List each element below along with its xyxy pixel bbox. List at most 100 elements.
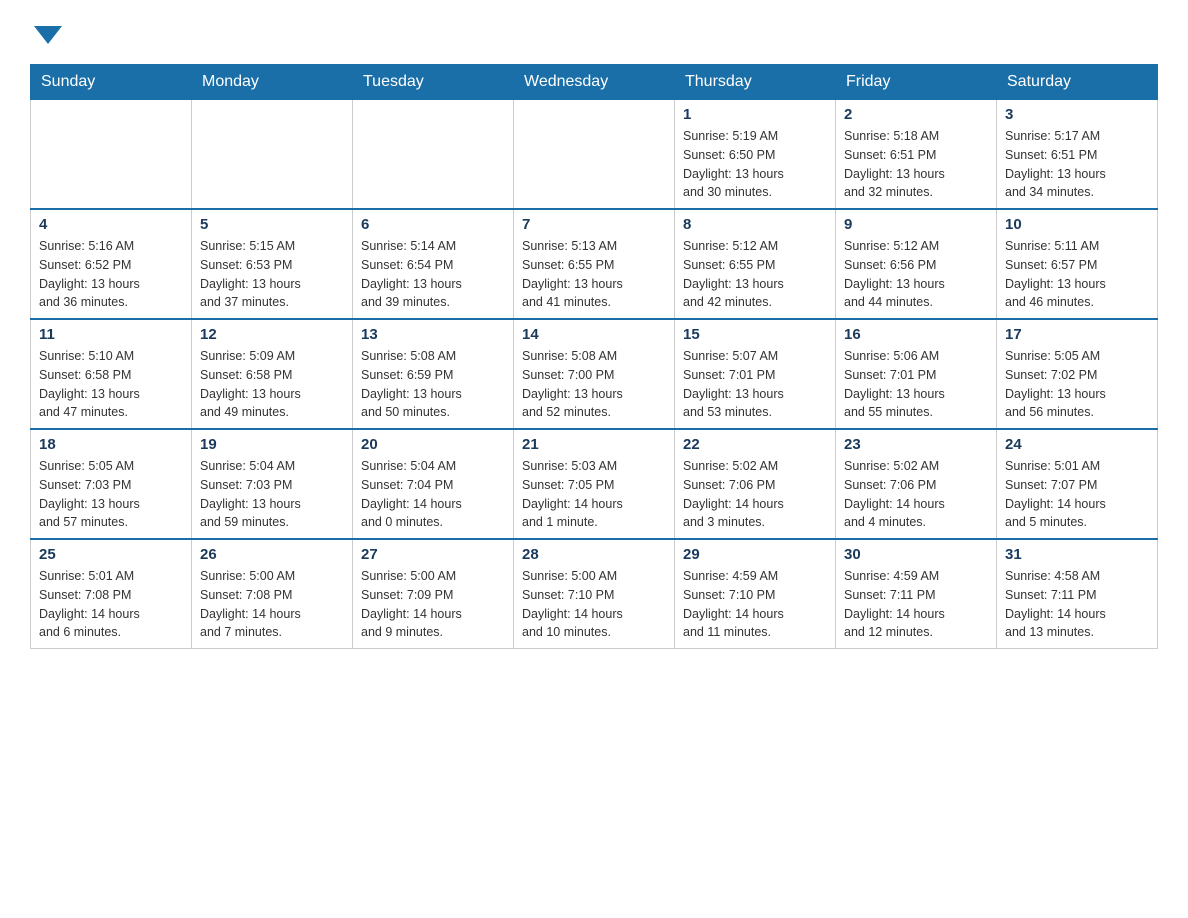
day-number: 26: [200, 546, 344, 563]
day-cell: [514, 100, 675, 210]
day-cell: 15 Sunrise: 5:07 AM Sunset: 7:01 PM Dayli…: [675, 319, 836, 429]
day-info: Sunrise: 5:00 AM Sunset: 7:08 PM Dayligh…: [200, 567, 344, 642]
day-info: Sunrise: 5:13 AM Sunset: 6:55 PM Dayligh…: [522, 237, 666, 312]
weekday-header-saturday: Saturday: [997, 65, 1158, 100]
day-cell: 14 Sunrise: 5:08 AM Sunset: 7:00 PM Dayli…: [514, 319, 675, 429]
day-number: 17: [1005, 326, 1149, 343]
day-info: Sunrise: 5:02 AM Sunset: 7:06 PM Dayligh…: [683, 457, 827, 532]
day-cell: 31 Sunrise: 4:58 AM Sunset: 7:11 PM Dayli…: [997, 539, 1158, 649]
day-cell: 17 Sunrise: 5:05 AM Sunset: 7:02 PM Dayli…: [997, 319, 1158, 429]
week-row-4: 25 Sunrise: 5:01 AM Sunset: 7:08 PM Dayli…: [31, 539, 1158, 649]
day-number: 15: [683, 326, 827, 343]
day-number: 23: [844, 436, 988, 453]
day-info: Sunrise: 5:00 AM Sunset: 7:10 PM Dayligh…: [522, 567, 666, 642]
day-cell: 23 Sunrise: 5:02 AM Sunset: 7:06 PM Dayli…: [836, 429, 997, 539]
week-row-0: 1 Sunrise: 5:19 AM Sunset: 6:50 PM Daylig…: [31, 100, 1158, 210]
day-info: Sunrise: 5:01 AM Sunset: 7:08 PM Dayligh…: [39, 567, 183, 642]
day-info: Sunrise: 5:17 AM Sunset: 6:51 PM Dayligh…: [1005, 127, 1149, 202]
day-cell: [192, 100, 353, 210]
day-info: Sunrise: 4:59 AM Sunset: 7:11 PM Dayligh…: [844, 567, 988, 642]
day-number: 25: [39, 546, 183, 563]
day-number: 18: [39, 436, 183, 453]
day-number: 19: [200, 436, 344, 453]
day-number: 6: [361, 216, 505, 233]
day-cell: 5 Sunrise: 5:15 AM Sunset: 6:53 PM Daylig…: [192, 209, 353, 319]
calendar-table: SundayMondayTuesdayWednesdayThursdayFrid…: [30, 64, 1158, 649]
day-cell: 3 Sunrise: 5:17 AM Sunset: 6:51 PM Daylig…: [997, 100, 1158, 210]
day-cell: 1 Sunrise: 5:19 AM Sunset: 6:50 PM Daylig…: [675, 100, 836, 210]
day-cell: 8Sunrise: 5:12 AM Sunset: 6:55 PM Daylig…: [675, 209, 836, 319]
day-number: 1: [683, 106, 827, 123]
day-info: Sunrise: 5:00 AM Sunset: 7:09 PM Dayligh…: [361, 567, 505, 642]
weekday-header-friday: Friday: [836, 65, 997, 100]
day-number: 28: [522, 546, 666, 563]
week-row-2: 11Sunrise: 5:10 AM Sunset: 6:58 PM Dayli…: [31, 319, 1158, 429]
day-cell: 24 Sunrise: 5:01 AM Sunset: 7:07 PM Dayli…: [997, 429, 1158, 539]
day-info: Sunrise: 5:15 AM Sunset: 6:53 PM Dayligh…: [200, 237, 344, 312]
day-cell: 28 Sunrise: 5:00 AM Sunset: 7:10 PM Dayli…: [514, 539, 675, 649]
day-cell: 13 Sunrise: 5:08 AM Sunset: 6:59 PM Dayli…: [353, 319, 514, 429]
day-info: Sunrise: 5:04 AM Sunset: 7:03 PM Dayligh…: [200, 457, 344, 532]
day-info: Sunrise: 5:02 AM Sunset: 7:06 PM Dayligh…: [844, 457, 988, 532]
day-number: 10: [1005, 216, 1149, 233]
day-number: 24: [1005, 436, 1149, 453]
day-number: 5: [200, 216, 344, 233]
day-cell: 27Sunrise: 5:00 AM Sunset: 7:09 PM Dayli…: [353, 539, 514, 649]
day-info: Sunrise: 5:04 AM Sunset: 7:04 PM Dayligh…: [361, 457, 505, 532]
page-header: [30, 20, 1158, 44]
day-info: Sunrise: 5:08 AM Sunset: 7:00 PM Dayligh…: [522, 347, 666, 422]
day-cell: 20 Sunrise: 5:04 AM Sunset: 7:04 PM Dayli…: [353, 429, 514, 539]
day-cell: 4 Sunrise: 5:16 AM Sunset: 6:52 PM Daylig…: [31, 209, 192, 319]
day-cell: 26 Sunrise: 5:00 AM Sunset: 7:08 PM Dayli…: [192, 539, 353, 649]
day-cell: 7 Sunrise: 5:13 AM Sunset: 6:55 PM Daylig…: [514, 209, 675, 319]
day-cell: 19 Sunrise: 5:04 AM Sunset: 7:03 PM Dayli…: [192, 429, 353, 539]
week-row-3: 18 Sunrise: 5:05 AM Sunset: 7:03 PM Dayli…: [31, 429, 1158, 539]
day-info: Sunrise: 5:19 AM Sunset: 6:50 PM Dayligh…: [683, 127, 827, 202]
day-info: Sunrise: 5:14 AM Sunset: 6:54 PM Dayligh…: [361, 237, 505, 312]
day-info: Sunrise: 5:11 AM Sunset: 6:57 PM Dayligh…: [1005, 237, 1149, 312]
weekday-header-sunday: Sunday: [31, 65, 192, 100]
day-cell: 6 Sunrise: 5:14 AM Sunset: 6:54 PM Daylig…: [353, 209, 514, 319]
day-cell: [353, 100, 514, 210]
day-info: Sunrise: 5:05 AM Sunset: 7:03 PM Dayligh…: [39, 457, 183, 532]
day-info: Sunrise: 4:59 AM Sunset: 7:10 PM Dayligh…: [683, 567, 827, 642]
day-cell: 11Sunrise: 5:10 AM Sunset: 6:58 PM Dayli…: [31, 319, 192, 429]
day-info: Sunrise: 5:01 AM Sunset: 7:07 PM Dayligh…: [1005, 457, 1149, 532]
day-cell: 18 Sunrise: 5:05 AM Sunset: 7:03 PM Dayli…: [31, 429, 192, 539]
day-info: Sunrise: 5:03 AM Sunset: 7:05 PM Dayligh…: [522, 457, 666, 532]
day-info: Sunrise: 5:16 AM Sunset: 6:52 PM Dayligh…: [39, 237, 183, 312]
day-cell: 21Sunrise: 5:03 AM Sunset: 7:05 PM Dayli…: [514, 429, 675, 539]
logo: [30, 20, 62, 44]
day-info: Sunrise: 4:58 AM Sunset: 7:11 PM Dayligh…: [1005, 567, 1149, 642]
day-number: 31: [1005, 546, 1149, 563]
day-number: 4: [39, 216, 183, 233]
day-cell: 10 Sunrise: 5:11 AM Sunset: 6:57 PM Dayli…: [997, 209, 1158, 319]
day-cell: 9Sunrise: 5:12 AM Sunset: 6:56 PM Daylig…: [836, 209, 997, 319]
day-number: 3: [1005, 106, 1149, 123]
logo-arrow-icon: [34, 26, 62, 44]
day-number: 11: [39, 326, 183, 343]
day-info: Sunrise: 5:18 AM Sunset: 6:51 PM Dayligh…: [844, 127, 988, 202]
day-number: 7: [522, 216, 666, 233]
day-cell: 25 Sunrise: 5:01 AM Sunset: 7:08 PM Dayli…: [31, 539, 192, 649]
day-number: 16: [844, 326, 988, 343]
weekday-header-tuesday: Tuesday: [353, 65, 514, 100]
day-number: 20: [361, 436, 505, 453]
day-cell: 30 Sunrise: 4:59 AM Sunset: 7:11 PM Dayli…: [836, 539, 997, 649]
day-number: 14: [522, 326, 666, 343]
weekday-header-monday: Monday: [192, 65, 353, 100]
day-number: 13: [361, 326, 505, 343]
day-number: 22: [683, 436, 827, 453]
day-info: Sunrise: 5:05 AM Sunset: 7:02 PM Dayligh…: [1005, 347, 1149, 422]
day-info: Sunrise: 5:12 AM Sunset: 6:56 PM Dayligh…: [844, 237, 988, 312]
day-number: 12: [200, 326, 344, 343]
day-info: Sunrise: 5:08 AM Sunset: 6:59 PM Dayligh…: [361, 347, 505, 422]
day-info: Sunrise: 5:07 AM Sunset: 7:01 PM Dayligh…: [683, 347, 827, 422]
day-cell: 22 Sunrise: 5:02 AM Sunset: 7:06 PM Dayli…: [675, 429, 836, 539]
day-number: 30: [844, 546, 988, 563]
day-cell: 2Sunrise: 5:18 AM Sunset: 6:51 PM Daylig…: [836, 100, 997, 210]
week-row-1: 4 Sunrise: 5:16 AM Sunset: 6:52 PM Daylig…: [31, 209, 1158, 319]
day-cell: 29Sunrise: 4:59 AM Sunset: 7:10 PM Dayli…: [675, 539, 836, 649]
day-info: Sunrise: 5:12 AM Sunset: 6:55 PM Dayligh…: [683, 237, 827, 312]
day-cell: 16Sunrise: 5:06 AM Sunset: 7:01 PM Dayli…: [836, 319, 997, 429]
